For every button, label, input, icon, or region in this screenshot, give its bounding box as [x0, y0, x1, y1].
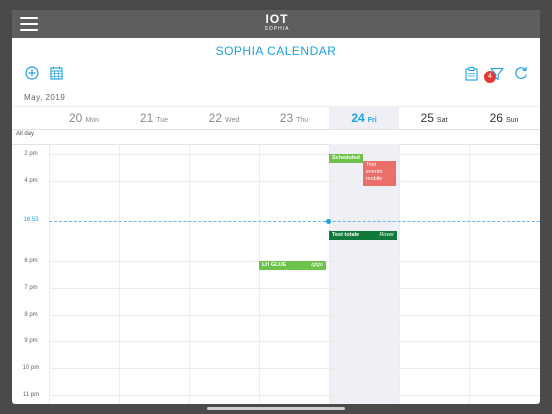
day-name: Sat	[436, 117, 448, 124]
day-column[interactable]	[469, 144, 540, 404]
logo-text: IOT	[265, 12, 289, 26]
day-header-mon[interactable]: 20 Mon	[49, 107, 119, 129]
day-header-tue[interactable]: 21 Tue	[119, 107, 189, 129]
day-header-wed[interactable]: 22 Wed	[189, 107, 259, 129]
day-header-sat[interactable]: 25 Sat	[399, 107, 469, 129]
event-title: Test totale	[332, 232, 360, 238]
day-name: Wed	[225, 117, 240, 124]
day-name: Fri	[367, 117, 377, 124]
event-test-totale[interactable]: Test totale Rover	[329, 231, 397, 240]
event-scheduled[interactable]: Scheduled	[329, 154, 363, 163]
hour-label: 10 pm	[22, 365, 40, 371]
day-number: 26	[489, 111, 503, 125]
all-day-row[interactable]: All day	[12, 128, 540, 145]
day-number: 20	[69, 111, 83, 125]
current-time-dot	[326, 219, 331, 224]
day-column[interactable]	[119, 144, 190, 404]
hour-label: 4 pm	[24, 178, 38, 184]
day-number: 21	[139, 111, 154, 125]
hour-label: 7 pm	[24, 285, 38, 291]
hour-line	[49, 288, 540, 289]
day-column[interactable]	[189, 144, 260, 404]
month-label: May, 2019	[24, 93, 66, 102]
hour-label: 9 pm	[24, 338, 38, 344]
event-lh-glue[interactable]: LH GLUE Iglgo	[259, 261, 326, 270]
event-owner: Rover	[379, 232, 394, 238]
hour-label: 11 pm	[22, 392, 40, 398]
current-time-line	[49, 221, 540, 222]
event-title: LH GLUE	[262, 262, 287, 268]
event-test-evento-mobile[interactable]: Test evento mobile	[363, 161, 396, 186]
day-number: 25	[420, 111, 434, 125]
hour-line	[49, 181, 540, 182]
day-header-sun[interactable]: 26 Sun	[469, 107, 539, 129]
menu-icon[interactable]	[20, 17, 38, 31]
time-grid[interactable]: 2 pm 4 pm 6 pm 7 pm 8 pm 9 pm 10 pm 11 p…	[12, 144, 540, 404]
day-name: Sun	[505, 117, 519, 124]
all-day-label: All day	[16, 131, 35, 137]
day-name: Tue	[156, 117, 169, 124]
plus-circle-icon[interactable]	[25, 66, 39, 80]
event-title: Scheduled	[332, 155, 360, 161]
hour-label: 6 pm	[24, 258, 38, 264]
day-column[interactable]	[49, 144, 120, 404]
day-column[interactable]	[259, 144, 330, 404]
day-name: Mon	[85, 117, 99, 124]
day-name: Thu	[296, 117, 309, 124]
app-logo: IOT SOPHIA	[262, 13, 292, 35]
day-header-fri-today[interactable]: 24 Fri	[329, 107, 399, 129]
week-header: 20 Mon 21 Tue 22 Wed 23 Thu 24 Fri 25 Sat 26 Su…	[12, 106, 540, 130]
refresh-icon[interactable]	[514, 66, 528, 80]
app-window: IOT SOPHIA SOPHIA CALENDAR 4 May, 2019 2…	[12, 10, 540, 404]
hour-label: 8 pm	[24, 312, 38, 318]
day-header-thu[interactable]: 23 Thu	[259, 107, 329, 129]
hour-line	[49, 395, 540, 396]
event-title: Test evento mobile	[366, 162, 383, 182]
hour-line	[49, 341, 540, 342]
day-number: 24	[351, 111, 365, 125]
day-column[interactable]	[399, 144, 470, 404]
filter-icon[interactable]	[490, 67, 504, 81]
day-number: 22	[208, 111, 223, 125]
home-indicator[interactable]	[207, 407, 345, 410]
calendar-grid-icon[interactable]	[50, 66, 63, 80]
page-title: SOPHIA CALENDAR	[215, 44, 337, 58]
hour-label: 2 pm	[24, 151, 38, 157]
event-owner: Iglgo	[311, 262, 323, 268]
day-number: 23	[279, 111, 294, 125]
current-time-label: 16:53	[23, 217, 39, 223]
calendar-clipboard-icon[interactable]	[465, 67, 478, 81]
logo-subtext: SOPHIA	[264, 26, 290, 32]
hour-line	[49, 368, 540, 369]
top-bar: IOT SOPHIA	[12, 10, 540, 38]
hour-line	[49, 315, 540, 316]
hour-line	[49, 154, 540, 155]
